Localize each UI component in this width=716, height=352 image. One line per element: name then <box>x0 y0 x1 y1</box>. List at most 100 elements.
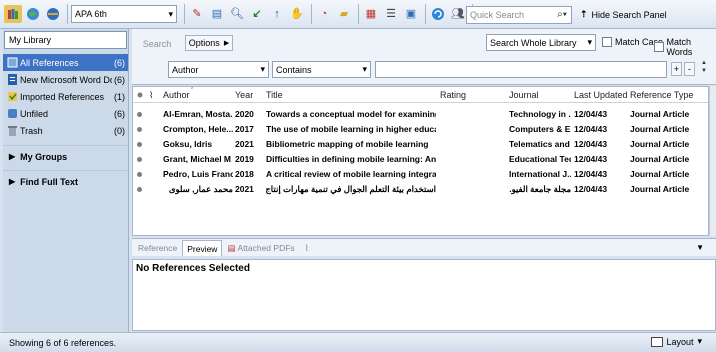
group-label: All References <box>20 57 79 68</box>
quick-search-input[interactable]: Quick Search ⌕▾ <box>466 6 572 24</box>
checkbox-box <box>602 37 612 47</box>
add-search-row-button[interactable]: + <box>671 62 682 76</box>
search-operator-value: Contains <box>276 64 312 75</box>
table-row[interactable]: Crompton, Hele... 2017 The use of mobile… <box>133 122 708 137</box>
search-operator-select[interactable]: Contains ▾ <box>272 61 371 78</box>
find-full-text-label: Find Full Text <box>20 176 78 187</box>
toolbar-separator <box>425 4 426 24</box>
match-words-checkbox[interactable]: Match Words <box>654 37 716 57</box>
cell-journal: Technology in ... <box>509 109 571 119</box>
search-scope-select[interactable]: Search Whole Library ▾ <box>486 34 596 51</box>
find-full-text-section[interactable]: ▶ Find Full Text <box>3 170 128 192</box>
open-folder-icon[interactable]: ▰ <box>335 5 353 23</box>
chevron-down-icon: ▾ <box>362 64 367 74</box>
chevron-right-icon: ▶ <box>9 152 16 161</box>
tab-attached-pdfs[interactable]: ▤ Attached PDFs <box>222 240 299 256</box>
group-count: (1) <box>114 91 125 102</box>
layout-button[interactable]: Layout ▾ <box>651 336 702 347</box>
online-link-icon[interactable]: ✋ <box>288 5 306 23</box>
table-row[interactable]: Al-Emran, Mosta... 2020 Towards a concep… <box>133 107 708 122</box>
share-library-icon[interactable]: 👥︎ <box>449 5 467 23</box>
cell-author: Crompton, Hele... <box>163 124 233 134</box>
search-panel-scrollbar[interactable]: ▲ ▼ <box>700 59 708 81</box>
group-imported-references[interactable]: Imported References (1) <box>3 88 128 105</box>
chevron-right-icon: ▶ <box>223 40 230 47</box>
tab-preview[interactable]: Preview <box>182 240 223 256</box>
search-value-input[interactable] <box>375 61 667 78</box>
insert-citation-icon[interactable]: ✎ <box>188 5 206 23</box>
table-row[interactable]: محمد عمار, سلوى 2021 استخدام بيئة التعلم… <box>133 182 708 197</box>
search-icon[interactable]: ⌕▾ <box>557 9 567 20</box>
layout-icon <box>651 336 664 347</box>
column-header-reference-type[interactable]: Reference Type <box>630 87 693 103</box>
tab-reference[interactable]: Reference <box>133 240 182 256</box>
local-library-icon[interactable] <box>4 5 22 23</box>
online-search-icon[interactable] <box>24 5 42 23</box>
column-header-title[interactable]: Title <box>266 87 283 103</box>
output-style-select[interactable]: APA 6th ▾ <box>71 5 177 23</box>
tab-reference-label: Reference <box>138 243 178 253</box>
tab-attached-pdfs-label: Attached PDFs <box>237 243 295 253</box>
sync-icon[interactable] <box>429 5 447 23</box>
cell-author: Pedro, Luis Franc... <box>163 169 233 179</box>
integrated-library-icon[interactable] <box>44 5 62 23</box>
cell-journal: Computers & E... <box>509 124 571 134</box>
hide-search-panel-button[interactable]: ⇡ Hide Search Panel <box>580 9 667 20</box>
cell-year: 2021 <box>235 184 254 194</box>
cell-last-updated: 12/04/43 <box>574 124 608 134</box>
cell-journal: International J... <box>509 169 571 179</box>
options-button[interactable]: Options ▶ <box>185 35 233 51</box>
toolbar-separator <box>184 4 185 24</box>
upload-icon[interactable]: ↑ <box>268 5 286 23</box>
arrow-up-icon: ⇡ <box>580 9 588 19</box>
format-paper-icon[interactable]: ▣ <box>402 5 420 23</box>
layout-label: Layout <box>666 336 694 347</box>
remove-search-row-button[interactable]: - <box>684 62 695 76</box>
search-panel: Search Options ▶ Search Whole Library ▾ … <box>132 29 716 85</box>
export-icon[interactable]: ▤ <box>208 5 226 23</box>
attachment-column-icon[interactable]: ⌇ <box>149 87 153 103</box>
column-header-year[interactable]: Year <box>235 87 253 103</box>
read-status-column-icon[interactable] <box>137 87 143 103</box>
column-header-rating[interactable]: Rating <box>440 87 466 103</box>
annotate-icon[interactable]: ☰ <box>382 5 400 23</box>
library-title: My Library <box>9 35 52 45</box>
find-full-text-icon[interactable]: ◔ <box>315 5 333 23</box>
cell-reference-type: Journal Article <box>630 184 690 194</box>
reference-list-scrollbar[interactable] <box>709 86 716 236</box>
open-pdf-icon[interactable]: ▦ <box>362 5 380 23</box>
find-icon[interactable]: 🔍︎ <box>228 5 246 23</box>
panel-menu-icon[interactable]: ▼ <box>696 243 704 252</box>
column-header-journal[interactable]: Journal <box>509 87 539 103</box>
library-header[interactable]: My Library <box>4 31 127 49</box>
read-status-icon <box>137 142 142 147</box>
group-unfiled[interactable]: Unfiled (6) <box>3 105 128 122</box>
search-button[interactable]: Search <box>140 36 174 52</box>
toolbar-separator <box>358 4 359 24</box>
cell-author: محمد عمار, سلوى <box>168 184 233 194</box>
table-row[interactable]: Goksu, Idris 2021 Bibliometric mapping o… <box>133 137 708 152</box>
table-row[interactable]: Pedro, Luis Franc... 2018 A critical rev… <box>133 167 708 182</box>
table-row[interactable]: Grant, Michael M 2019 Difficulties in de… <box>133 152 708 167</box>
group-all-references[interactable]: All References (6) <box>3 54 128 71</box>
read-status-icon <box>137 112 142 117</box>
cell-title: Towards a conceptual model for examining… <box>266 109 436 119</box>
sort-ascending-icon: ˆ <box>191 88 194 95</box>
cell-journal: مجلة جامعة الفيو... <box>509 184 571 194</box>
paperclip-icon: ⌇ <box>304 242 309 253</box>
search-field-select[interactable]: Author ▾ <box>168 61 269 78</box>
my-groups-section[interactable]: ▶ My Groups <box>3 145 128 167</box>
cell-last-updated: 12/04/43 <box>574 184 608 194</box>
group-trash[interactable]: Trash (0) <box>3 122 128 139</box>
references-icon <box>6 57 18 69</box>
group-count: (6) <box>114 57 125 68</box>
cell-last-updated: 12/04/43 <box>574 154 608 164</box>
column-header-last-updated[interactable]: Last Updated <box>574 87 628 103</box>
cell-title: Difficulties in defining mobile learning… <box>266 154 436 164</box>
attachment-tab[interactable]: ⌇ <box>300 240 314 256</box>
cell-reference-type: Journal Article <box>630 109 690 119</box>
group-word-document[interactable]: New Microsoft Word Doc... (6) <box>3 71 128 88</box>
cell-year: 2017 <box>235 124 254 134</box>
import-icon[interactable]: ↙ <box>248 5 266 23</box>
search-field-value: Author <box>172 64 199 75</box>
